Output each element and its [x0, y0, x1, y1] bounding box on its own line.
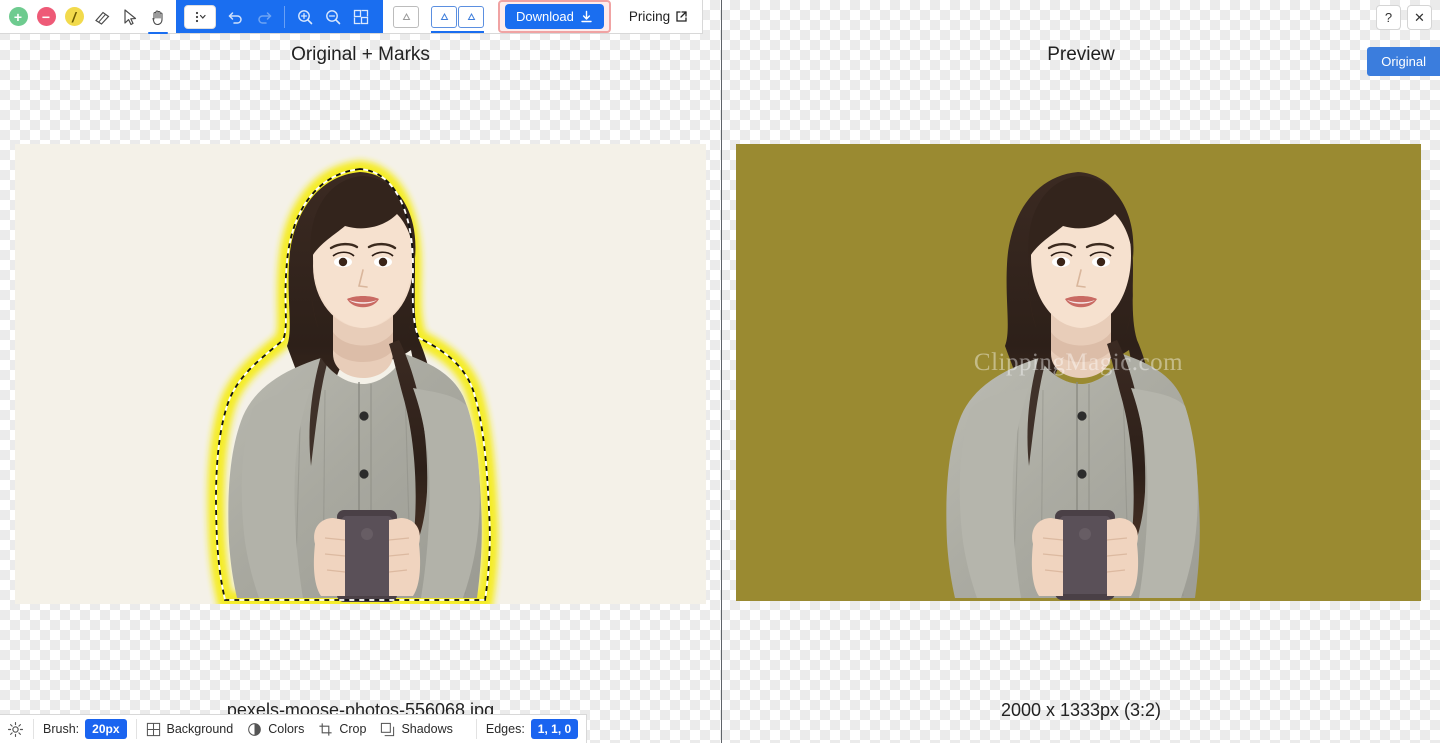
shadows-label: Shadows: [401, 722, 453, 736]
hairline-tool[interactable]: /: [60, 2, 88, 32]
pane-divider[interactable]: [721, 0, 722, 743]
shadows-button[interactable]: Shadows: [380, 722, 453, 737]
app-root: + − / Download Pricing ? ✕ Original Orig…: [0, 0, 1440, 743]
edges-control[interactable]: Edges: 1, 1, 0: [485, 719, 579, 739]
fit-to-screen-button[interactable]: [347, 2, 375, 32]
background-icon: [146, 722, 160, 736]
slash-icon: /: [64, 7, 84, 26]
shadows-icon: [381, 722, 395, 736]
download-icon: [581, 10, 592, 22]
single-pane-icon: [402, 12, 410, 20]
show-original-button[interactable]: Original: [1367, 47, 1440, 76]
colors-icon: [248, 722, 262, 736]
original-pane: Original + Marks pexels-moose-photos-556…: [0, 34, 721, 743]
toolbar-separator: [284, 5, 285, 28]
edges-label: Edges:: [485, 722, 525, 736]
hand-tool[interactable]: [144, 2, 172, 34]
gear-icon: [7, 721, 23, 737]
top-toolbar: + − / Download Pricing: [0, 0, 704, 34]
remove-background-tool[interactable]: −: [32, 2, 60, 32]
close-icon: ✕: [1414, 9, 1425, 25]
cursor-icon: [124, 8, 137, 25]
fit-screen-icon: [353, 9, 369, 24]
eraser-icon: [95, 11, 110, 25]
close-button[interactable]: ✕: [1407, 5, 1432, 30]
preview-image-canvas[interactable]: ClippingMagic.com: [736, 144, 1421, 601]
background-label: Background: [166, 722, 234, 736]
crop-button[interactable]: Crop: [318, 722, 366, 737]
external-link-icon: [676, 11, 687, 22]
pricing-label: Pricing: [628, 9, 671, 24]
settings-button[interactable]: [6, 720, 24, 738]
brush-label: Brush:: [43, 722, 80, 736]
original-image-canvas[interactable]: [15, 144, 706, 604]
pointer-tool[interactable]: [116, 2, 144, 32]
redo-icon: [258, 11, 272, 24]
single-view-button[interactable]: [393, 5, 419, 28]
split-pane-right-icon: [458, 5, 484, 28]
crop-icon: [319, 722, 332, 736]
redo-button[interactable]: [250, 2, 278, 32]
original-figure: [207, 160, 499, 604]
bottom-separator-1: [33, 719, 34, 739]
zoom-in-icon: [298, 9, 313, 24]
download-highlight-box: Download: [498, 0, 611, 33]
zoom-out-icon: [326, 9, 341, 24]
bottom-toolbar: Brush: 20px Background Colors Crop Shado…: [0, 714, 588, 743]
dots-icon: [195, 11, 206, 22]
preview-dimensions: 2000 x 1333px (3:2): [1000, 700, 1162, 720]
original-pane-title: Original + Marks: [291, 44, 430, 65]
layout-toggle-group: [383, 0, 494, 33]
download-button-label: Download: [516, 9, 574, 24]
show-original-label: Original: [1381, 54, 1426, 69]
add-foreground-tool[interactable]: +: [4, 2, 32, 32]
drawing-tools-group: + − /: [0, 0, 176, 34]
preview-pane-title: Preview: [1047, 44, 1115, 65]
minus-icon: −: [36, 7, 56, 26]
edges-value-badge[interactable]: 1, 1, 0: [530, 719, 579, 739]
zoom-out-button[interactable]: [319, 2, 347, 32]
preview-pane: Preview ClippingMagic.com 2000 x 1333px …: [722, 34, 1440, 743]
undo-button[interactable]: [222, 2, 250, 32]
preview-figure: [946, 172, 1200, 600]
pricing-link[interactable]: Pricing: [615, 0, 702, 33]
undo-icon: [228, 11, 242, 24]
bottom-separator-2: [135, 719, 137, 739]
eraser-tool[interactable]: [88, 2, 116, 32]
help-button[interactable]: ?: [1376, 5, 1401, 30]
download-button[interactable]: Download: [505, 4, 604, 29]
crop-label: Crop: [339, 722, 367, 736]
brush-size-dropdown[interactable]: [184, 4, 216, 29]
brush-control[interactable]: Brush: 20px: [43, 719, 127, 739]
bottom-separator-3: [475, 719, 477, 739]
brush-size-badge[interactable]: 20px: [85, 719, 127, 739]
help-label: ?: [1384, 10, 1393, 25]
view-controls-group: [176, 0, 383, 33]
plus-icon: +: [8, 7, 28, 26]
hand-icon: [152, 9, 163, 25]
background-button[interactable]: Background: [146, 722, 234, 737]
zoom-in-button[interactable]: [291, 2, 319, 32]
split-view-button[interactable]: [431, 5, 484, 33]
window-controls: ? ✕: [1376, 5, 1432, 30]
colors-label: Colors: [268, 722, 305, 736]
colors-button[interactable]: Colors: [247, 722, 304, 737]
split-pane-left-icon: [431, 5, 457, 28]
